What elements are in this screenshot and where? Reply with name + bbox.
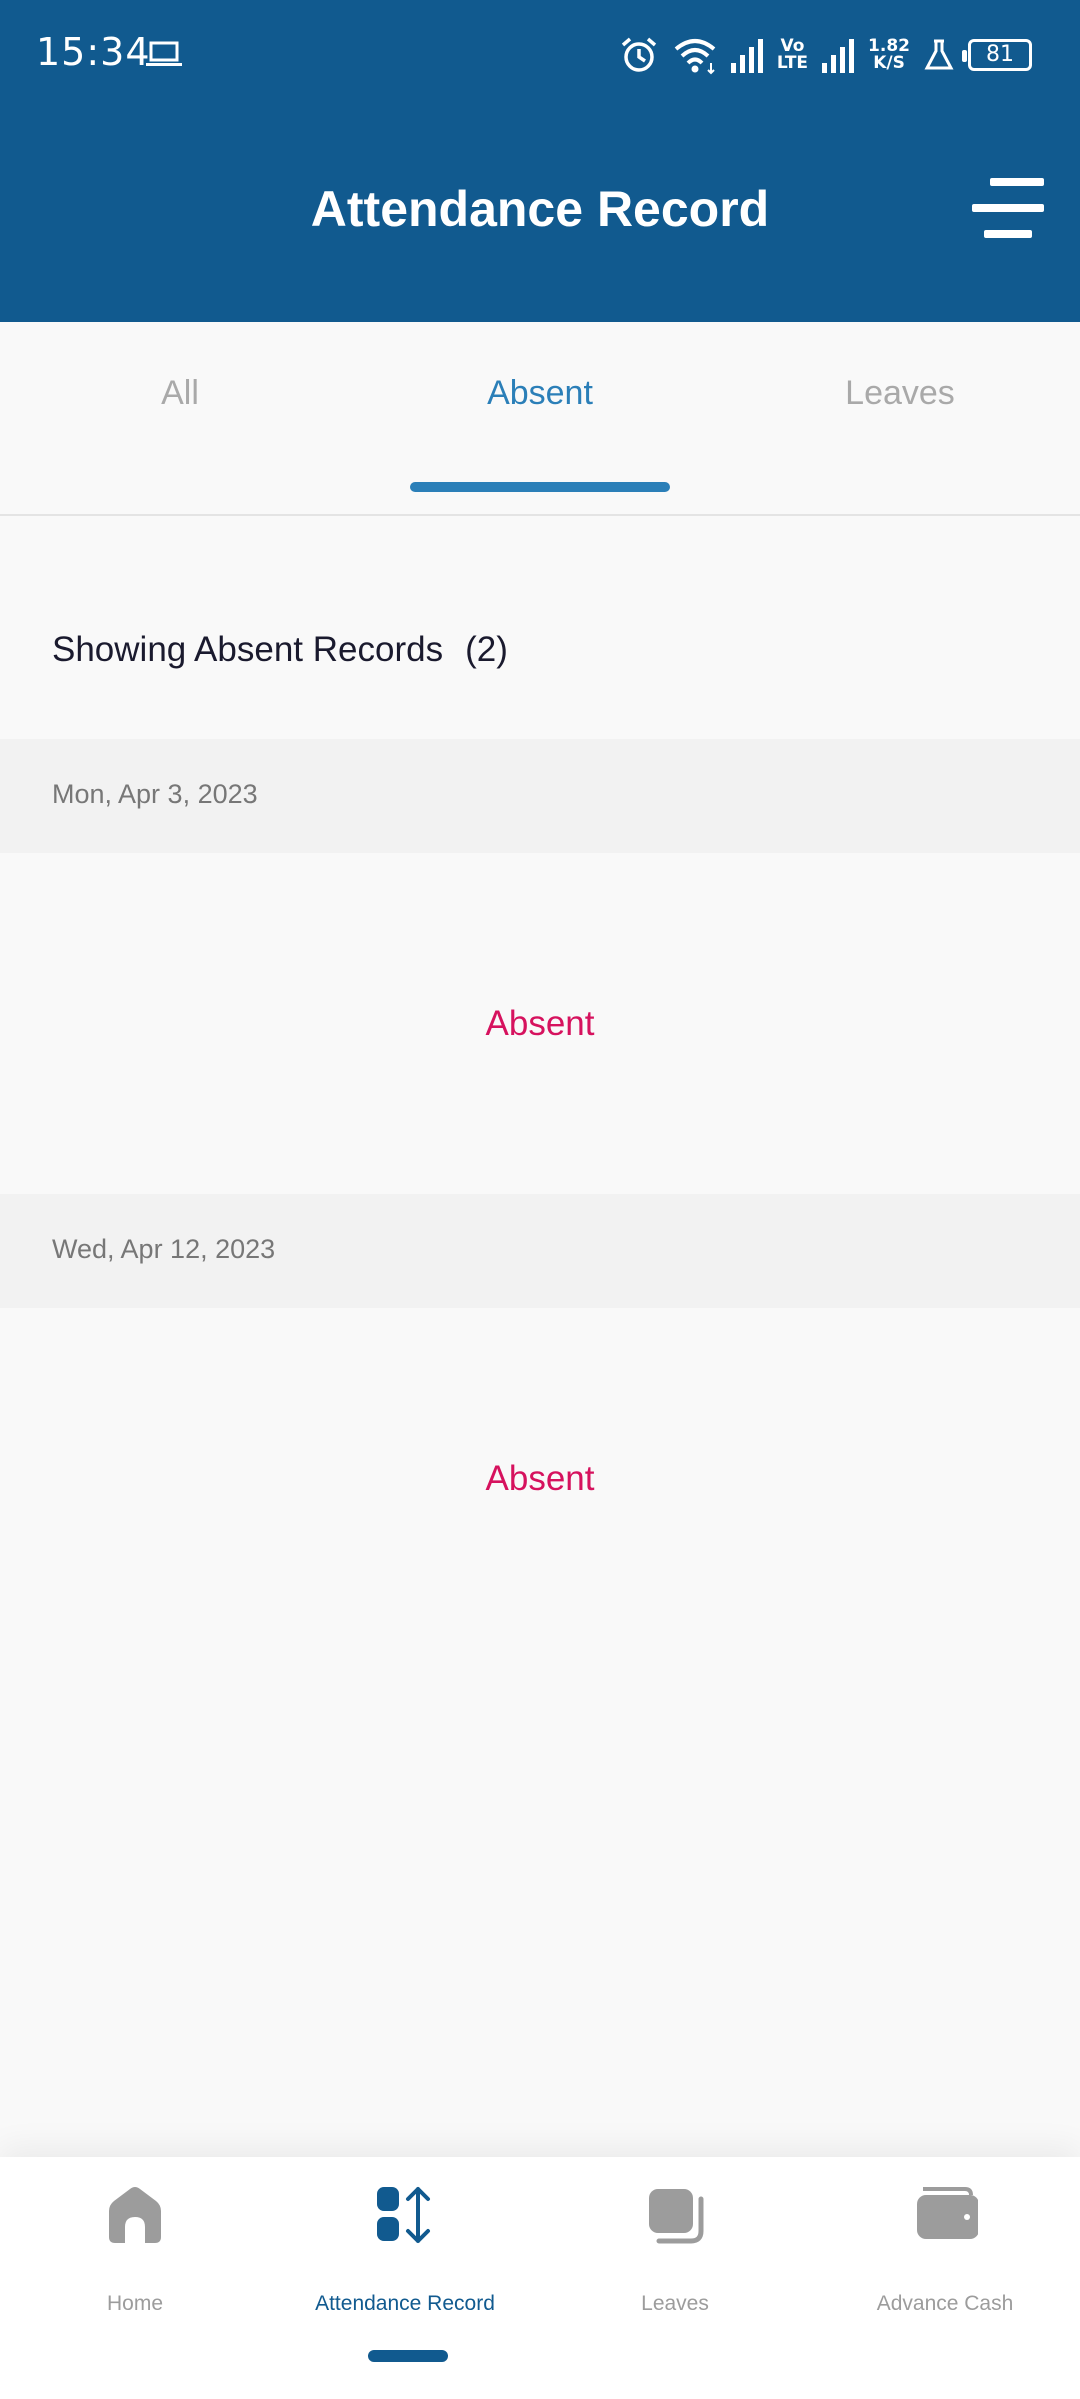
menu-line-middle: [972, 204, 1044, 212]
alarm-icon: [621, 37, 656, 72]
page-title: Attendance Record: [310, 181, 770, 237]
volte-indicator: Vo LTE: [777, 38, 808, 72]
summary-count: (2): [465, 630, 508, 669]
signal-icon-1: [730, 39, 763, 73]
wallet-icon: [917, 2187, 978, 2239]
menu-line-bottom: [984, 230, 1032, 238]
record-status[interactable]: Absent: [0, 1004, 1080, 1044]
summary-label: Showing Absent Records: [52, 630, 444, 669]
menu-line-top: [990, 178, 1044, 186]
bottom-navigation: Home Attendance Record Leaves Advance Ca…: [0, 2157, 1080, 2399]
network-speed: 1.82 K/S: [868, 38, 910, 72]
battery-indicator: 81: [962, 39, 1032, 71]
attendance-icon: [377, 2187, 430, 2243]
nav-home[interactable]: Home: [0, 2157, 270, 2399]
nav-advance-cash[interactable]: Advance Cash: [810, 2157, 1080, 2399]
record-date: Wed, Apr 12, 2023: [52, 1234, 276, 1264]
record-date: Mon, Apr 3, 2023: [52, 779, 258, 809]
flask-icon: [924, 39, 954, 70]
signal-icon-2: [822, 39, 855, 73]
app-bar: 15:34 Vo LTE 1.82 K/S 81 Attendance Reco…: [0, 0, 1080, 322]
nav-home-label: Home: [106, 2292, 164, 2315]
status-bar: 15:34 Vo LTE 1.82 K/S 81: [0, 0, 1080, 110]
nav-active-indicator: [368, 2350, 448, 2362]
tab-all[interactable]: All: [0, 374, 360, 413]
tab-bar: All Absent Leaves: [0, 322, 1080, 516]
volte-bottom: LTE: [776, 53, 809, 73]
nav-attendance-label: Attendance Record: [315, 2292, 495, 2315]
speed-unit: K/S: [873, 53, 905, 73]
status-time: 15:34: [36, 30, 151, 74]
records-summary: Showing Absent Records (2): [52, 630, 508, 670]
nav-attendance-record[interactable]: Attendance Record: [270, 2157, 540, 2399]
wifi-icon: [674, 39, 716, 75]
status-icons: Vo LTE 1.82 K/S 81: [619, 30, 1032, 80]
nav-leaves[interactable]: Leaves: [540, 2157, 810, 2399]
record-date-header: Wed, Apr 12, 2023: [0, 1194, 1080, 1308]
menu-button[interactable]: [966, 170, 1056, 250]
nav-leaves-label: Leaves: [641, 2292, 709, 2315]
tab-indicator: [410, 482, 670, 492]
record-date-header: Mon, Apr 3, 2023: [0, 739, 1080, 853]
tab-absent[interactable]: Absent: [360, 374, 720, 413]
nav-advance-cash-label: Advance Cash: [876, 2292, 1014, 2315]
laptop-icon: [146, 41, 182, 66]
tab-leaves[interactable]: Leaves: [720, 374, 1080, 413]
record-status[interactable]: Absent: [0, 1459, 1080, 1499]
home-icon: [109, 2187, 161, 2243]
leaves-icon: [649, 2189, 704, 2244]
